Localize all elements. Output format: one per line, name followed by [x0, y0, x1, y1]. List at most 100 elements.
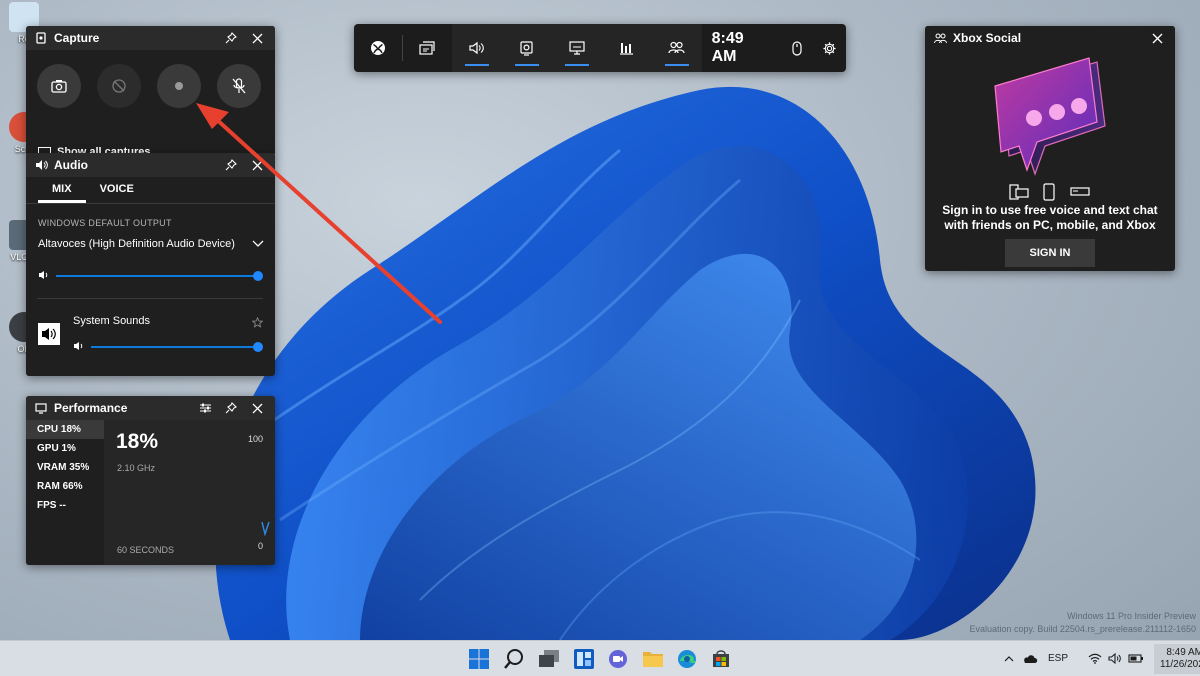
widget-menu-icon [419, 41, 436, 55]
xbox-icon [371, 41, 386, 55]
start-button[interactable] [466, 646, 492, 672]
graph-min: 0 [257, 541, 263, 551]
capture-title: Capture [54, 31, 100, 45]
metric-row-vram[interactable]: VRAM 35% [26, 458, 104, 477]
screenshot-button[interactable] [37, 64, 81, 108]
monitor-icon [34, 401, 48, 415]
clock-date: 11/26/2021 [1160, 658, 1200, 670]
record-last-30s-button[interactable] [97, 64, 141, 108]
widgets-button[interactable] [571, 646, 597, 672]
audio-header[interactable]: Audio [26, 153, 275, 177]
wifi-icon[interactable] [1088, 653, 1102, 664]
pc-icon [1009, 184, 1029, 200]
taskbar-clock[interactable]: 8:49 AM 11/26/2021 [1154, 643, 1200, 674]
performance-widget: Performance CPU 18% GPU 1% VRAM 35% RAM … [26, 396, 275, 565]
record-last-icon [112, 79, 126, 93]
friends-icon [933, 31, 947, 45]
widget-toggles [451, 24, 702, 72]
performance-title: Performance [54, 401, 128, 415]
mouse-icon [792, 40, 802, 56]
task-view-icon [539, 650, 559, 667]
chevron-up-icon[interactable] [1004, 655, 1014, 663]
app-volume-knob[interactable] [253, 342, 263, 352]
capture-widget: Capture Show all captures [26, 26, 275, 156]
social-title: Xbox Social [953, 31, 1022, 45]
metric-frequency: 2.10 GHz [117, 463, 156, 473]
app-volume-slider[interactable] [91, 346, 258, 348]
task-view-button[interactable] [536, 646, 562, 672]
star-icon[interactable] [252, 317, 263, 328]
file-explorer-button[interactable] [640, 646, 666, 672]
audio-tabs: MIX VOICE [26, 177, 275, 204]
close-icon[interactable] [247, 155, 267, 175]
cloud-icon[interactable] [1022, 654, 1038, 664]
store-icon [713, 650, 729, 667]
social-message: Sign in to use free voice and text chat … [942, 203, 1158, 232]
metric-row-ram[interactable]: RAM 66% [26, 477, 104, 496]
performance-toggle[interactable] [552, 24, 602, 72]
close-icon[interactable] [1147, 28, 1167, 48]
gamebar-clock: 8:49 AM [711, 30, 744, 65]
audio-title: Audio [54, 158, 88, 172]
capture-icon [520, 40, 533, 56]
metric-row-cpu[interactable]: CPU 18% [26, 420, 104, 439]
audio-widget: Audio MIX VOICE WINDOWS DEFAULT OUTPUT A… [26, 153, 275, 376]
search-icon [504, 649, 523, 669]
device-volume-slider[interactable] [56, 275, 258, 277]
chat-bubble-illustration [994, 57, 1106, 176]
settings-button[interactable] [813, 24, 846, 72]
tab-mix[interactable]: MIX [38, 177, 86, 203]
tab-voice[interactable]: VOICE [86, 177, 148, 203]
mouse-button[interactable] [780, 24, 813, 72]
options-icon[interactable] [195, 398, 215, 418]
monitor-icon [568, 41, 585, 55]
store-button[interactable] [708, 646, 734, 672]
social-header[interactable]: Xbox Social [925, 26, 1175, 50]
volume-icon [74, 342, 83, 350]
language-indicator[interactable]: ESP [1048, 653, 1068, 664]
edge-button[interactable] [674, 646, 700, 672]
output-label: WINDOWS DEFAULT OUTPUT [38, 218, 172, 228]
system-sounds-icon [38, 323, 60, 345]
battery-icon[interactable] [1128, 654, 1144, 663]
mic-toggle-button[interactable] [217, 64, 261, 108]
console-icon [1070, 187, 1090, 196]
metric-row-gpu[interactable]: GPU 1% [26, 439, 104, 458]
graph-max: 100 [247, 434, 263, 444]
close-icon[interactable] [247, 28, 267, 48]
metric-row-fps[interactable]: FPS -- [26, 496, 104, 515]
close-icon[interactable] [247, 398, 267, 418]
output-device-select[interactable]: Altavoces (High Definition Audio Device) [38, 238, 264, 250]
volume-icon [39, 271, 48, 279]
device-volume-knob[interactable] [253, 271, 263, 281]
clock-time: 8:49 AM [1166, 646, 1200, 658]
widget-menu-button[interactable] [403, 24, 451, 72]
camera-icon [51, 80, 67, 93]
app-name: System Sounds [73, 315, 151, 327]
chat-icon [609, 650, 627, 668]
bar-chart-icon [620, 43, 634, 55]
edge-icon [678, 650, 696, 668]
xbox-button[interactable] [354, 24, 402, 72]
system-tray: ESP 8:49 AM 11/26/2021 [1004, 641, 1200, 676]
pin-icon[interactable] [221, 155, 241, 175]
graph-window: 60 SECONDS [117, 545, 175, 555]
start-recording-button[interactable] [157, 64, 201, 108]
search-button[interactable] [501, 646, 527, 672]
social-toggle[interactable] [652, 24, 702, 72]
pin-icon[interactable] [221, 28, 241, 48]
game-bar: 8:49 AM [354, 24, 846, 72]
audio-toggle[interactable] [452, 24, 502, 72]
record-icon [175, 82, 183, 90]
pin-icon[interactable] [221, 398, 241, 418]
performance-header[interactable]: Performance [26, 396, 275, 420]
capture-toggle[interactable] [502, 24, 552, 72]
volume-icon[interactable] [1108, 653, 1122, 664]
cpu-graph-line [261, 521, 270, 536]
capture-header[interactable]: Capture [26, 26, 275, 50]
xbox-social-widget: Xbox Social Sign in to use free voice an… [925, 26, 1175, 271]
gear-icon [823, 41, 836, 55]
teams-chat-button[interactable] [605, 646, 631, 672]
sign-in-button[interactable]: SIGN IN [1005, 239, 1095, 267]
resources-toggle[interactable] [602, 24, 652, 72]
